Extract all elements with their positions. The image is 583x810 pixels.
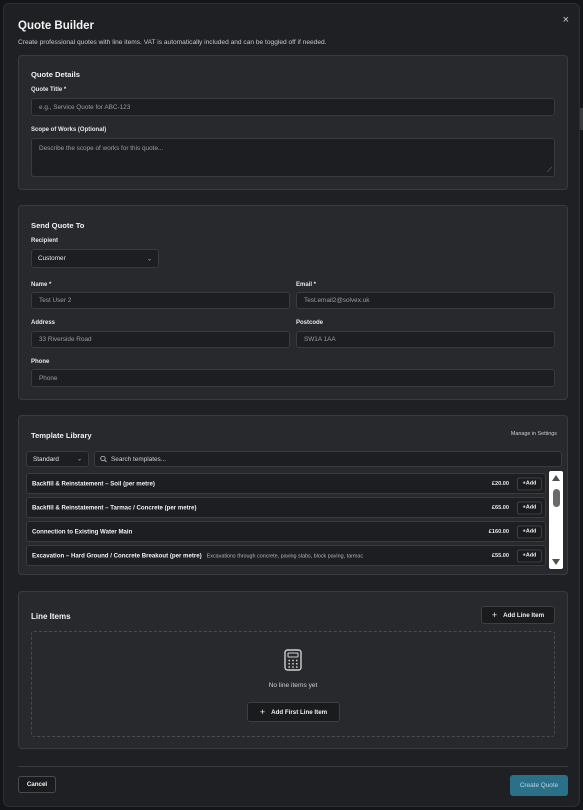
template-row: Backfill & Reinstatement – Tarmac / Conc… [26, 497, 546, 518]
line-items-heading: Line Items [31, 612, 71, 621]
calculator-icon [284, 649, 302, 671]
add-line-item-label: Add Line Item [503, 611, 545, 619]
scroll-up-arrow-icon[interactable] [552, 475, 560, 481]
quote-title-label: Quote Title * [31, 87, 67, 93]
template-price: £65.00 [491, 504, 509, 511]
quote-title-input[interactable]: e.g., Service Quote for ABC-123 [31, 98, 555, 116]
resize-handle-icon[interactable]: ⟋ [547, 167, 552, 174]
plus-icon: + [491, 609, 498, 620]
empty-state-text: No line items yet [268, 682, 318, 689]
create-quote-button[interactable]: Create Quote [510, 775, 568, 796]
template-category-select[interactable]: Standard ⌄ [26, 451, 89, 467]
template-name: Excavation – Hard Ground / Concrete Brea… [32, 552, 363, 559]
search-icon [100, 455, 107, 463]
postcode-label: Postcode [296, 320, 324, 326]
postcode-value: SW1A 1AA [304, 336, 336, 343]
template-row: Excavation – Hard Ground / Concrete Brea… [26, 545, 546, 566]
quote-details-heading: Quote Details [31, 70, 80, 79]
cancel-button[interactable]: Cancel [18, 776, 56, 793]
template-search-input[interactable]: Search templates... [94, 451, 562, 467]
postcode-input[interactable]: SW1A 1AA [296, 331, 555, 348]
chevron-down-icon: ⌄ [76, 456, 82, 463]
add-template-button[interactable]: +Add [517, 549, 542, 562]
chevron-down-icon: ⌄ [146, 256, 152, 262]
scrollbar-thumb[interactable] [552, 489, 560, 507]
dialog-subtitle: Create professional quotes with line ite… [18, 39, 327, 46]
recipient-select[interactable]: Customer ⌄ [31, 249, 159, 268]
template-name-text: Backfill & Reinstatement – Soil (per met… [32, 480, 155, 487]
template-price: £20.00 [491, 480, 509, 487]
scroll-down-arrow-icon[interactable] [552, 559, 560, 565]
address-label: Address [31, 320, 56, 326]
add-first-line-item-button[interactable]: + Add First Line Item [247, 702, 340, 722]
template-price: £55.00 [491, 552, 509, 559]
recipient-label: Recipient [31, 238, 59, 244]
send-quote-to-card: Send Quote To Recipient Customer ⌄ Name … [18, 205, 568, 400]
footer-divider [18, 766, 568, 767]
scope-placeholder: Describe the scope of works for this quo… [39, 145, 164, 152]
quote-builder-dialog: × Quote Builder Create professional quot… [3, 3, 580, 807]
template-library-card: Template Library Manage in Settings Stan… [18, 415, 568, 575]
template-name: Connection to Existing Water Main [32, 528, 132, 535]
dialog-title: Quote Builder [18, 20, 95, 32]
close-icon[interactable]: × [563, 15, 569, 26]
add-template-button[interactable]: +Add [517, 501, 542, 514]
quote-details-card: Quote Details Quote Title * e.g., Servic… [18, 55, 568, 190]
plus-icon: + [259, 706, 266, 717]
template-price: £160.00 [488, 528, 509, 535]
template-row: Backfill & Reinstatement – Soil (per met… [26, 473, 546, 494]
quote-title-placeholder: e.g., Service Quote for ABC-123 [39, 103, 131, 111]
template-name-text: Excavation – Hard Ground / Concrete Brea… [32, 552, 202, 559]
name-label: Name * [31, 282, 52, 288]
add-line-item-button[interactable]: + Add Line Item [481, 606, 555, 624]
add-first-line-item-label: Add First Line Item [271, 708, 328, 716]
recipient-value: Customer [38, 255, 66, 262]
scope-label: Scope of Works (Optional) [31, 127, 107, 133]
add-template-button[interactable]: +Add [517, 477, 542, 490]
name-value: Test User 2 [39, 297, 72, 304]
manage-in-settings-link[interactable]: Manage in Settings [511, 431, 557, 437]
template-description: Excavations through concrete, paving sla… [206, 553, 364, 559]
scope-textarea[interactable]: Describe the scope of works for this quo… [31, 138, 555, 177]
template-name: Backfill & Reinstatement – Soil (per met… [32, 480, 155, 487]
line-items-card: Line Items + Add Line Item No line items… [18, 591, 568, 749]
phone-placeholder: Phone [39, 374, 58, 382]
template-name-text: Connection to Existing Water Main [32, 528, 133, 535]
send-quote-to-heading: Send Quote To [31, 221, 85, 230]
template-list: Backfill & Reinstatement – Soil (per met… [26, 471, 563, 569]
email-value: Test.email2@solvex.uk [304, 297, 370, 304]
template-row: Connection to Existing Water Main £160.0… [26, 521, 546, 542]
address-input[interactable]: 33 Riverside Road [31, 331, 290, 348]
line-items-empty-state: No line items yet + Add First Line Item [31, 631, 555, 737]
template-list-scrollbar[interactable] [549, 471, 563, 569]
email-input[interactable]: Test.email2@solvex.uk [296, 292, 555, 309]
template-category-value: Standard [33, 455, 59, 463]
phone-label: Phone [31, 359, 50, 365]
add-template-button[interactable]: +Add [517, 525, 542, 538]
name-input[interactable]: Test User 2 [31, 292, 290, 309]
email-label: Email * [296, 282, 317, 288]
template-name-text: Backfill & Reinstatement – Tarmac / Conc… [32, 504, 197, 511]
template-library-heading: Template Library [31, 431, 92, 440]
template-name: Backfill & Reinstatement – Tarmac / Conc… [32, 504, 196, 511]
phone-input[interactable]: Phone [31, 369, 555, 387]
template-search-placeholder: Search templates... [111, 455, 167, 463]
address-value: 33 Riverside Road [39, 336, 92, 343]
